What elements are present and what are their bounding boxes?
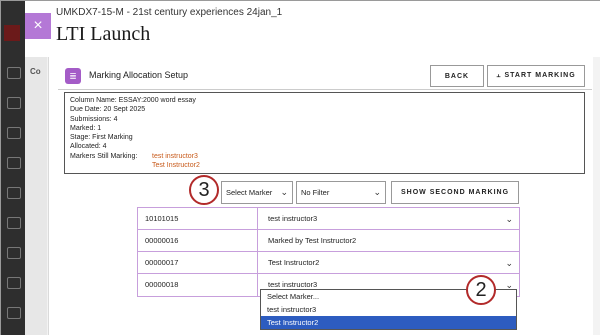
submission-id: 10101015 — [138, 208, 258, 230]
filter-dropdown[interactable]: No Filter ⌄ — [296, 181, 386, 204]
list-icon: ≣ — [65, 68, 81, 84]
page-title: LTI Launch — [56, 23, 151, 45]
submission-id: 00000016 — [138, 230, 258, 252]
nav-icon — [7, 157, 21, 169]
chevron-down-icon: ⌄ — [505, 214, 513, 224]
submission-id: 00000018 — [138, 274, 258, 296]
side-tab-label[interactable]: Co — [30, 67, 41, 76]
submission-id: 00000017 — [138, 252, 258, 274]
marker-name: Test Instructor2 — [152, 162, 200, 170]
nav-icon — [7, 97, 21, 109]
setup-title: Marking Allocation Setup — [89, 70, 189, 80]
divider — [58, 89, 592, 90]
marked-status: Marked by Test Instructor2 — [268, 236, 357, 245]
nav-icon — [7, 127, 21, 139]
chevron-down-icon: ⌄ — [505, 258, 513, 268]
allocation-table: 10101015 test instructor3 ⌄ 00000016 Mark… — [137, 207, 520, 297]
callout-3: 3 — [189, 175, 219, 205]
stage: Stage: First Marking — [70, 134, 133, 142]
chevron-down-icon: ⌄ — [280, 187, 288, 197]
assignment-info: Column Name: ESSAY:2000 word essay Due D… — [64, 92, 585, 174]
allocated-count: Allocated: 4 — [70, 143, 107, 151]
course-title: UMKDX7-15-M - 21st century experiences 2… — [56, 7, 283, 18]
close-button[interactable]: × — [25, 13, 51, 39]
nav-icon — [7, 307, 21, 319]
table-row: 00000016 Marked by Test Instructor2 — [138, 230, 519, 252]
back-button[interactable]: BACK — [430, 65, 484, 87]
due-date: Due Date: 20 Sept 2025 — [70, 106, 146, 114]
marker-select[interactable]: test instructor3 ⌄ — [259, 208, 519, 230]
nav-icon — [7, 67, 21, 79]
marker-name: test instructor3 — [152, 152, 198, 160]
nav-icon — [7, 217, 21, 229]
option-test-instructor3[interactable]: test instructor3 — [261, 303, 516, 316]
marked-count: Marked: 1 — [70, 124, 102, 132]
column-name: Column Name: ESSAY:2000 word essay — [70, 97, 196, 104]
callout-2: 2 — [466, 275, 496, 305]
chevron-down-icon: ⌄ — [373, 187, 381, 197]
marker-select[interactable]: Test Instructor2 ⌄ — [259, 252, 519, 274]
logo — [4, 25, 20, 41]
nav-icon — [7, 277, 21, 289]
side-tab-strip: Co — [25, 57, 47, 335]
table-row: 10101015 test instructor3 ⌄ — [138, 208, 519, 230]
select-marker-dropdown[interactable]: Select Marker ⌄ — [221, 181, 293, 204]
nav-icon — [7, 187, 21, 199]
markers-still-marking-2: Test Instructor2 — [70, 161, 579, 170]
start-marking-button[interactable]: ⫠ START MARKING — [487, 65, 585, 87]
markers-still-marking: Markers Still Marking: test instructor3 — [70, 152, 579, 161]
show-second-marking-button[interactable]: SHOW SECOND MARKING — [391, 181, 519, 204]
submissions-count: Submissions: 4 — [70, 115, 118, 123]
setup-header: ≣ Marking Allocation Setup BACK ⫠ START … — [63, 65, 588, 87]
option-test-instructor2[interactable]: Test Instructor2 — [261, 316, 516, 329]
markers-label: Markers Still Marking: — [70, 152, 138, 160]
nav-icon — [7, 247, 21, 259]
table-row: 00000017 Test Instructor2 ⌄ — [138, 252, 519, 274]
